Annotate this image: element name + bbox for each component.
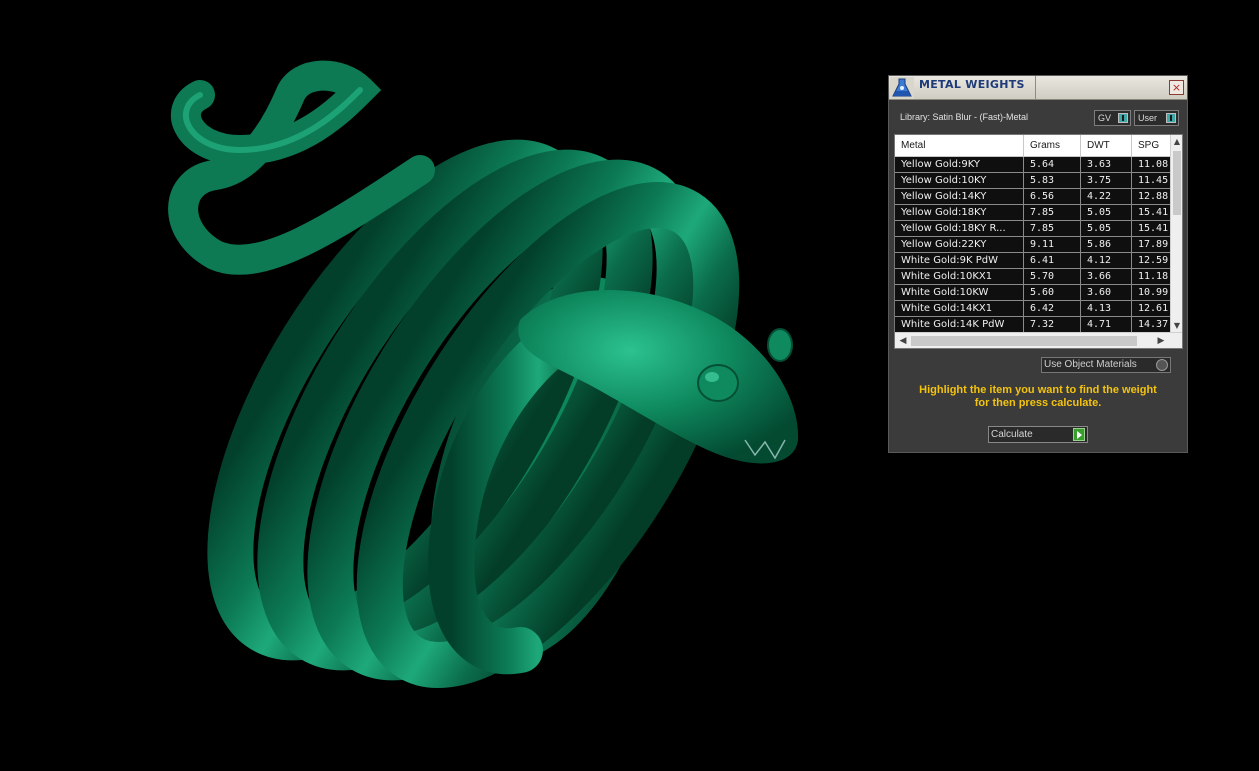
table-row[interactable]: White Gold:9K PdW 6.41 4.12 12.59 bbox=[895, 253, 1171, 269]
metal-cell: White Gold:14KX1 bbox=[895, 301, 1024, 317]
spg-cell: 15.41 bbox=[1132, 205, 1171, 221]
metal-cell: Yellow Gold:9KY bbox=[895, 157, 1024, 173]
spg-cell: 17.89 bbox=[1132, 237, 1171, 253]
horizontal-scroll-thumb[interactable] bbox=[911, 336, 1137, 346]
metal-cell: White Gold:10KX1 bbox=[895, 269, 1024, 285]
grams-cell: 6.41 bbox=[1024, 253, 1081, 269]
library-label: Library: Satin Blur - (Fast)-Metal bbox=[900, 112, 1029, 122]
scroll-right-icon[interactable]: ▶ bbox=[1155, 335, 1167, 347]
scroll-up-icon[interactable]: ▲ bbox=[1172, 137, 1182, 147]
title-divider bbox=[1035, 76, 1036, 100]
dwt-cell: 3.75 bbox=[1081, 173, 1132, 189]
dwt-cell: 4.71 bbox=[1081, 317, 1132, 333]
scroll-down-icon[interactable]: ▼ bbox=[1172, 321, 1182, 331]
spg-cell: 12.59 bbox=[1132, 253, 1171, 269]
metal-weights-panel: METAL WEIGHTS × Library: Satin Blur - (F… bbox=[888, 75, 1188, 453]
table-row[interactable]: Yellow Gold:10KY 5.83 3.75 11.45 bbox=[895, 173, 1171, 189]
flask-icon bbox=[890, 77, 914, 99]
use-object-materials-option[interactable]: Use Object Materials bbox=[1041, 357, 1171, 373]
horizontal-scrollbar[interactable]: ◀ ▶ bbox=[895, 332, 1182, 348]
grams-cell: 9.11 bbox=[1024, 237, 1081, 253]
metal-weights-table[interactable]: Metal Grams DWT SPG Yellow Gold:9KY 5.64… bbox=[894, 134, 1183, 349]
column-header-spg[interactable]: SPG bbox=[1132, 135, 1171, 157]
use-object-materials-label: Use Object Materials bbox=[1044, 359, 1137, 370]
user-toggle[interactable]: User bbox=[1134, 110, 1179, 126]
metal-cell: Yellow Gold:18KY R... bbox=[895, 221, 1024, 237]
instruction-text: Highlight the item you want to find the … bbox=[899, 384, 1177, 410]
instruction-line-1: Highlight the item you want to find the … bbox=[919, 384, 1157, 396]
table-row[interactable]: Yellow Gold:18KY 7.85 5.05 15.41 bbox=[895, 205, 1171, 221]
table-row[interactable]: White Gold:14K PdW 7.32 4.71 14.37 bbox=[895, 317, 1171, 333]
metal-cell: Yellow Gold:22KY bbox=[895, 237, 1024, 253]
vertical-scroll-thumb[interactable] bbox=[1173, 151, 1181, 215]
grams-cell: 7.85 bbox=[1024, 205, 1081, 221]
grams-cell: 7.85 bbox=[1024, 221, 1081, 237]
close-button[interactable]: × bbox=[1169, 80, 1184, 95]
table-row[interactable]: White Gold:14KX1 6.42 4.13 12.61 bbox=[895, 301, 1171, 317]
metal-cell: White Gold:10KW bbox=[895, 285, 1024, 301]
radio-icon[interactable] bbox=[1156, 359, 1168, 371]
table-row[interactable]: White Gold:10KX1 5.70 3.66 11.18 bbox=[895, 269, 1171, 285]
scroll-left-icon[interactable]: ◀ bbox=[897, 335, 909, 347]
grams-cell: 6.42 bbox=[1024, 301, 1081, 317]
dwt-cell: 4.22 bbox=[1081, 189, 1132, 205]
spg-cell: 11.45 bbox=[1132, 173, 1171, 189]
gv-toggle[interactable]: GV bbox=[1094, 110, 1131, 126]
dwt-cell: 5.05 bbox=[1081, 205, 1132, 221]
grams-cell: 7.32 bbox=[1024, 317, 1081, 333]
spg-cell: 12.88 bbox=[1132, 189, 1171, 205]
grams-cell: 5.64 bbox=[1024, 157, 1081, 173]
panel-title: METAL WEIGHTS bbox=[919, 78, 1025, 91]
metal-cell: White Gold:14K PdW bbox=[895, 317, 1024, 333]
spg-cell: 15.41 bbox=[1132, 221, 1171, 237]
spg-cell: 10.99 bbox=[1132, 285, 1171, 301]
table-row[interactable]: Yellow Gold:14KY 6.56 4.22 12.88 bbox=[895, 189, 1171, 205]
table-row[interactable]: Yellow Gold:18KY R... 7.85 5.05 15.41 bbox=[895, 221, 1171, 237]
spg-cell: 14.37 bbox=[1132, 317, 1171, 333]
metal-cell: Yellow Gold:10KY bbox=[895, 173, 1024, 189]
dwt-cell: 5.05 bbox=[1081, 221, 1132, 237]
spg-cell: 12.61 bbox=[1132, 301, 1171, 317]
metal-cell: Yellow Gold:18KY bbox=[895, 205, 1024, 221]
column-header-metal[interactable]: Metal bbox=[895, 135, 1024, 157]
dwt-cell: 4.12 bbox=[1081, 253, 1132, 269]
table-row[interactable]: Yellow Gold:22KY 9.11 5.86 17.89 bbox=[895, 237, 1171, 253]
table-row[interactable]: White Gold:10KW 5.60 3.60 10.99 bbox=[895, 285, 1171, 301]
grams-cell: 5.83 bbox=[1024, 173, 1081, 189]
panel-titlebar[interactable]: METAL WEIGHTS × bbox=[889, 76, 1187, 100]
gv-toggle-label: GV bbox=[1098, 113, 1112, 123]
user-toggle-label: User bbox=[1138, 113, 1158, 123]
column-header-dwt[interactable]: DWT bbox=[1081, 135, 1132, 157]
column-header-grams[interactable]: Grams bbox=[1024, 135, 1081, 157]
snake-ring-model[interactable] bbox=[0, 0, 880, 771]
spg-cell: 11.08 bbox=[1132, 157, 1171, 173]
spg-cell: 11.18 bbox=[1132, 269, 1171, 285]
dwt-cell: 5.86 bbox=[1081, 237, 1132, 253]
vertical-scrollbar[interactable]: ▲ ▼ bbox=[1170, 135, 1182, 333]
dwt-cell: 3.60 bbox=[1081, 285, 1132, 301]
dwt-cell: 3.63 bbox=[1081, 157, 1132, 173]
toggle-switch-icon bbox=[1166, 113, 1176, 123]
metal-cell: Yellow Gold:14KY bbox=[895, 189, 1024, 205]
table-body: Yellow Gold:9KY 5.64 3.63 11.08 Yellow G… bbox=[895, 157, 1171, 333]
grams-cell: 5.70 bbox=[1024, 269, 1081, 285]
dwt-cell: 4.13 bbox=[1081, 301, 1132, 317]
toggle-switch-icon bbox=[1118, 113, 1128, 123]
calculate-button[interactable]: Calculate bbox=[988, 426, 1088, 443]
metal-cell: White Gold:9K PdW bbox=[895, 253, 1024, 269]
table-header: Metal Grams DWT SPG bbox=[895, 135, 1171, 157]
calculate-label: Calculate bbox=[991, 429, 1033, 440]
table-row[interactable]: Yellow Gold:9KY 5.64 3.63 11.08 bbox=[895, 157, 1171, 173]
grams-cell: 5.60 bbox=[1024, 285, 1081, 301]
instruction-line-2: for then press calculate. bbox=[974, 397, 1102, 409]
play-arrow-icon bbox=[1073, 428, 1085, 441]
grams-cell: 6.56 bbox=[1024, 189, 1081, 205]
dwt-cell: 3.66 bbox=[1081, 269, 1132, 285]
